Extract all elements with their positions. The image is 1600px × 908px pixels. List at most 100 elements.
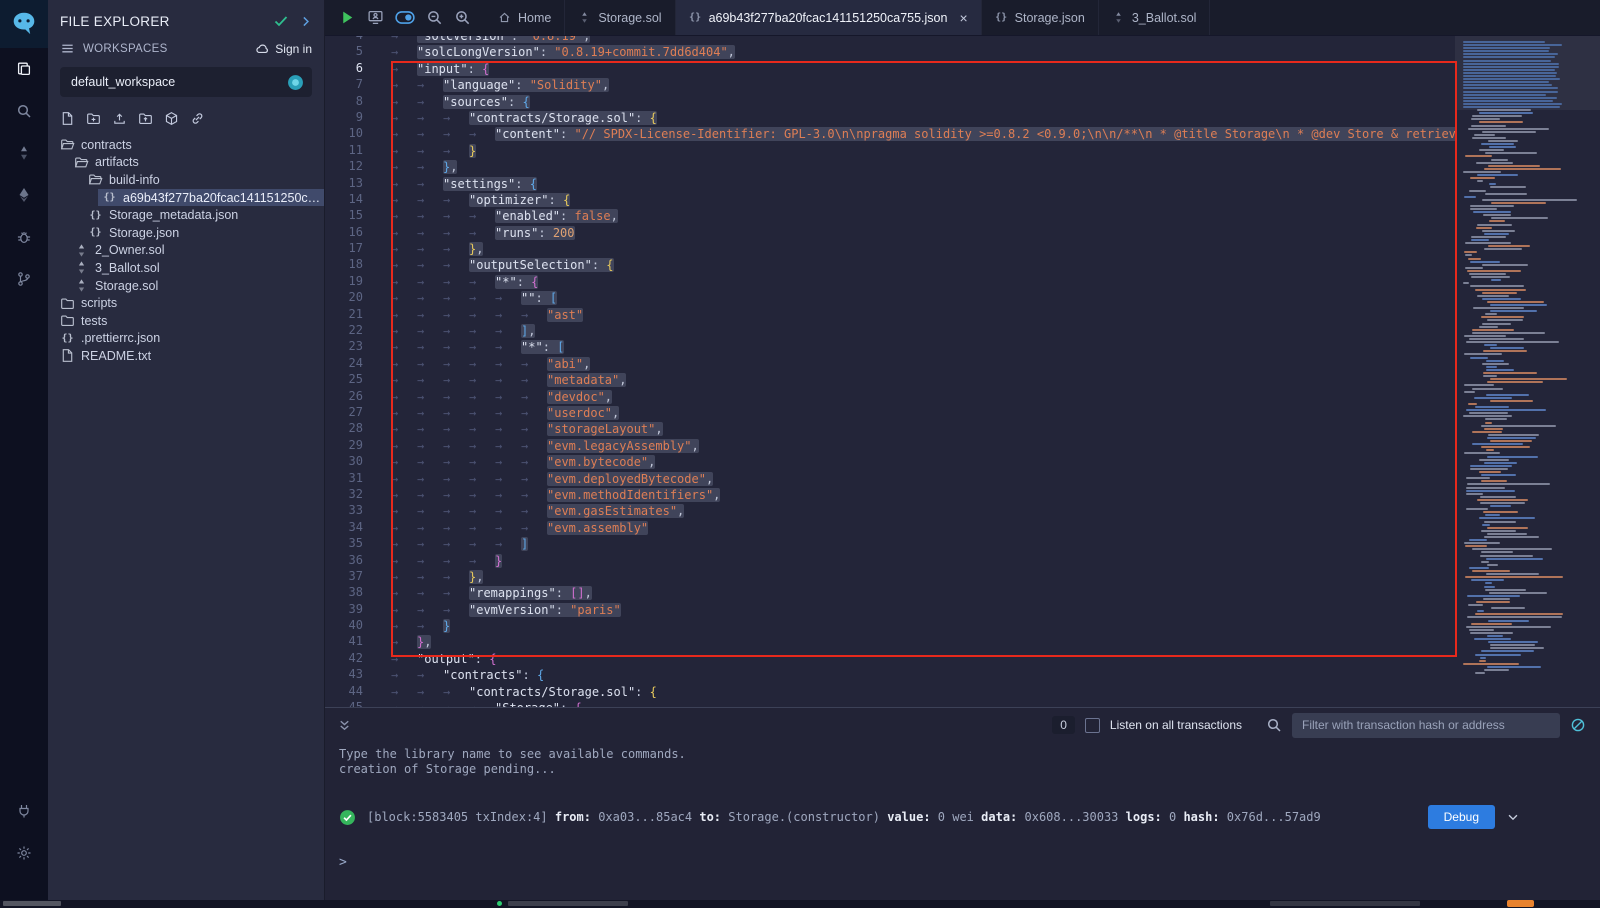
indent-tab-marker: → — [469, 389, 495, 405]
tree-item-a69b43f277ba20fcac141151250ca7[interactable]: {}a69b43f277ba20fcac141151250ca7... — [98, 189, 324, 207]
tab-home[interactable]: Home — [485, 0, 565, 35]
activity-file-explorer[interactable] — [0, 48, 48, 90]
line-number: 42 — [325, 651, 375, 667]
tree-item-storage-sol[interactable]: Storage.sol — [70, 277, 324, 295]
workspace-select[interactable]: default_workspace — [60, 67, 312, 97]
folder-open-icon — [74, 155, 89, 170]
indent-tab-marker: → — [469, 487, 495, 503]
selection-highlight: "evm.deployedBytecode", — [547, 472, 713, 486]
tree-item-prettierrc-json[interactable]: {}.prettierrc.json — [56, 330, 324, 348]
tab-3-ballot-sol[interactable]: 3_Ballot.sol — [1099, 0, 1211, 35]
selection-highlight: "enabled": false, — [495, 209, 618, 223]
indent-tab-marker: → — [469, 536, 495, 552]
tab-a69b43f277ba20fcac141151250ca755-json[interactable]: {}a69b43f277ba20fcac141151250ca755.json× — [676, 0, 982, 35]
sign-in-button[interactable]: Sign in — [255, 41, 312, 56]
selection-highlight: "content": "// SPDX-License-Identifier: … — [495, 127, 1455, 141]
tx-field-value: 0x76d...57ad9 — [1220, 810, 1321, 824]
indent-tab-marker: → — [469, 323, 495, 339]
indent-tab-marker: → — [443, 126, 469, 142]
indent-tab-marker: → — [521, 454, 547, 470]
indent-tab-marker: → — [443, 503, 469, 519]
line-number: 15 — [325, 208, 375, 224]
indent-tab-marker: → — [443, 110, 469, 126]
sol-file-icon — [578, 11, 591, 24]
activity-debugger[interactable] — [0, 216, 48, 258]
publish-workspace-button[interactable] — [164, 111, 179, 126]
code-line: →→→"evmVersion": "paris" — [375, 602, 1455, 618]
terminal-line: creation of Storage pending... — [339, 762, 1586, 777]
indent-tab-marker: → — [417, 372, 443, 388]
collapse-panel-icon[interactable] — [299, 15, 312, 28]
line-number: 11 — [325, 143, 375, 159]
debugger-icon — [16, 229, 32, 245]
folder-icon — [60, 313, 75, 328]
link-workspace-button[interactable] — [190, 111, 205, 126]
tree-item-2-owner-sol[interactable]: 2_Owner.sol — [70, 242, 324, 260]
activity-solidity-compiler[interactable] — [0, 132, 48, 174]
activity-search[interactable] — [0, 90, 48, 132]
transaction-filter-input[interactable] — [1292, 713, 1560, 738]
tab-storage-sol[interactable]: Storage.sol — [565, 0, 675, 35]
zoom-in-button[interactable] — [454, 9, 471, 26]
indent-tab-marker: → — [443, 274, 469, 290]
code-content[interactable]: →"solcVersion": "0.8.19",→"solcLongVersi… — [375, 36, 1455, 707]
close-tab-icon[interactable]: × — [959, 11, 967, 25]
tree-item-scripts[interactable]: scripts — [56, 294, 324, 312]
indent-tab-marker: → — [495, 372, 521, 388]
upload-file-button[interactable] — [112, 111, 127, 126]
expand-terminal-icon[interactable] — [337, 718, 352, 733]
tree-item-3-ballot-sol[interactable]: 3_Ballot.sol — [70, 259, 324, 277]
line-number: 38 — [325, 585, 375, 601]
code-preview-toggle-button[interactable] — [395, 9, 415, 26]
line-number: 9 — [325, 110, 375, 126]
remix-logo-icon[interactable] — [0, 0, 48, 48]
indent-tab-marker: → — [391, 126, 417, 142]
publish-view-button[interactable] — [367, 9, 384, 26]
indent-tab-marker: → — [417, 553, 443, 569]
tree-item-storage-json[interactable]: {}Storage.json — [84, 224, 324, 242]
code-line: →→→}, — [375, 241, 1455, 257]
new-folder-button[interactable] — [86, 111, 101, 126]
indent-tab-marker: → — [391, 700, 417, 707]
search-icon[interactable] — [1266, 717, 1282, 733]
indent-tab-marker: → — [417, 684, 443, 700]
tree-item-readme-txt[interactable]: README.txt — [56, 347, 324, 365]
workspace-ok-icon — [273, 13, 289, 29]
activity-git[interactable] — [0, 258, 48, 300]
minimap[interactable] — [1455, 36, 1600, 707]
debug-button[interactable]: Debug — [1428, 805, 1495, 829]
tab-storage-json[interactable]: {}Storage.json — [982, 0, 1099, 35]
code-line: →→→→→"": [ — [375, 290, 1455, 306]
indent-tab-marker: → — [443, 225, 469, 241]
activity-settings[interactable] — [0, 832, 48, 874]
expand-tx-icon[interactable] — [1506, 810, 1520, 824]
terminal-prompt[interactable]: > — [339, 855, 1586, 870]
tree-item-label: tests — [81, 314, 107, 328]
indent-tab-marker: → — [391, 634, 417, 650]
line-number: 35 — [325, 536, 375, 552]
tree-item-artifacts[interactable]: artifacts — [70, 154, 324, 172]
listen-all-checkbox[interactable] — [1085, 718, 1100, 733]
indent-tab-marker: → — [391, 323, 417, 339]
clear-console-icon[interactable] — [1570, 717, 1586, 733]
status-fragment — [508, 901, 628, 906]
upload-folder-button[interactable] — [138, 111, 153, 126]
indent-tab-marker: → — [521, 389, 547, 405]
indent-tab-marker: → — [391, 110, 417, 126]
new-file-button[interactable] — [60, 111, 75, 126]
run-script-button[interactable] — [339, 9, 356, 26]
transaction-log-row[interactable]: [block:5583405 txIndex:4] from: 0xa03...… — [339, 805, 1586, 829]
code-editor[interactable]: 4567891011121314151617181920212223242526… — [325, 36, 1600, 707]
zoom-out-button[interactable] — [426, 9, 443, 26]
tree-item-storage-metadata-json[interactable]: {}Storage_metadata.json — [84, 206, 324, 224]
activity-deploy-and-run[interactable] — [0, 174, 48, 216]
indent-tab-marker: → — [443, 339, 469, 355]
selection-highlight: "remappings": [], — [469, 586, 592, 600]
tab-label: 3_Ballot.sol — [1132, 11, 1197, 25]
activity-plugin-manager[interactable] — [0, 790, 48, 832]
terminal-output[interactable]: Type the library name to see available c… — [325, 742, 1600, 900]
tree-item-tests[interactable]: tests — [56, 312, 324, 330]
tree-item-contracts[interactable]: contracts — [56, 136, 324, 154]
workspaces-menu-icon[interactable] — [60, 41, 75, 56]
tree-item-build-info[interactable]: build-info — [84, 171, 324, 189]
